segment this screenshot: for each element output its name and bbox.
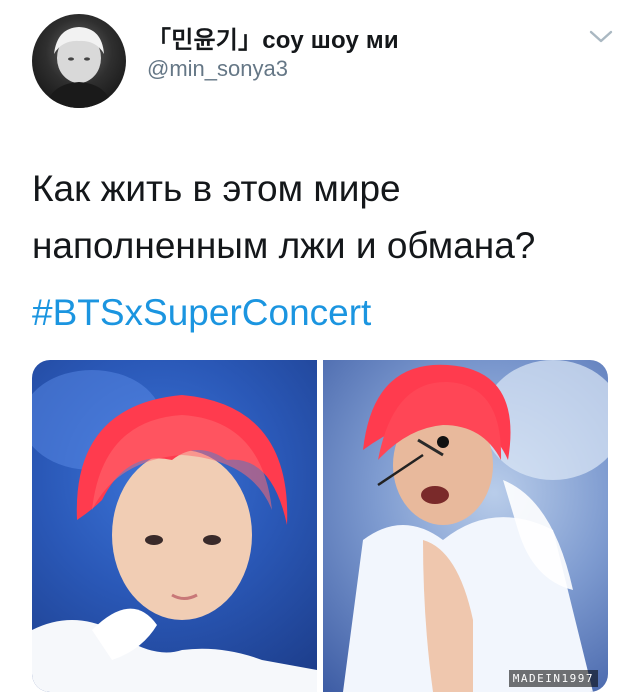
- author-display-name[interactable]: 「민윤기」соу шоу ми: [147, 20, 399, 55]
- hashtag-link[interactable]: #BTSxSuperConcert: [32, 292, 371, 334]
- photo-2-illustration: [343, 360, 608, 692]
- avatar-image: [46, 27, 112, 108]
- photo-1-illustration: [32, 370, 317, 692]
- author-avatar[interactable]: [32, 14, 126, 108]
- photo-watermark: MADEIN1997: [508, 670, 598, 687]
- tweet-card: 「민윤기」соу шоу ми @min_sonya3 Как жить в э…: [0, 0, 640, 696]
- tweet-text-line-1: Как жить в этом мире: [32, 168, 401, 209]
- author-handle[interactable]: @min_sonya3: [147, 56, 288, 82]
- media-photo-1[interactable]: [32, 360, 317, 692]
- media-photo-2[interactable]: MADEIN1997: [323, 360, 608, 692]
- media-grid: MADEIN1997: [32, 360, 608, 692]
- tweet-text: Как жить в этом мире наполненным лжи и о…: [32, 160, 622, 274]
- chevron-down-icon[interactable]: [588, 28, 614, 46]
- tweet-text-line-2: наполненным лжи и обмана?: [32, 225, 536, 266]
